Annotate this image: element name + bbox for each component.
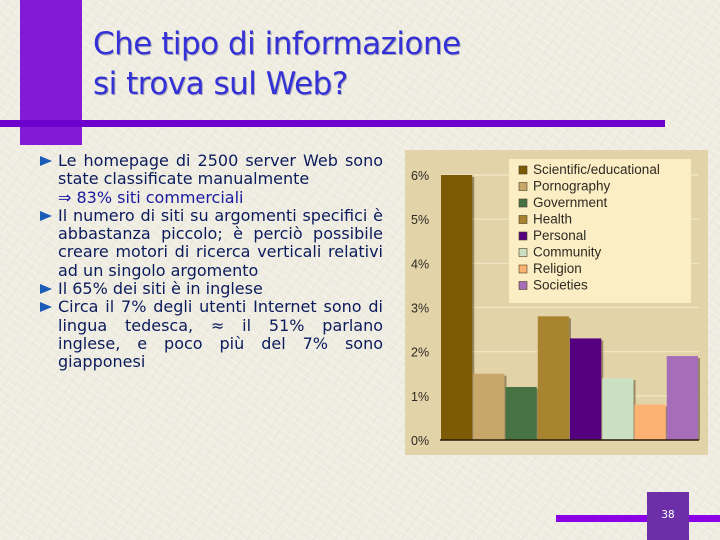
bar-government: [505, 387, 537, 440]
bar-scientific-educational: [441, 175, 473, 440]
legend-swatch: [518, 165, 528, 175]
bar-societies: [666, 356, 698, 440]
bullet-item: Il 65% dei siti è in inglese: [40, 279, 383, 299]
legend-swatch: [518, 264, 528, 274]
bar-pornography: [473, 373, 505, 440]
legend-label: Government: [533, 195, 608, 210]
bullet-text: Le homepage di 2500 server Web sono stat…: [58, 151, 383, 189]
bullet-text: Il numero di siti su argomenti specifici…: [58, 205, 383, 280]
y-tick-label: 5%: [411, 213, 429, 227]
legend-swatch: [518, 198, 528, 208]
title-line-2: si trova sul Web?: [93, 66, 348, 102]
slide-title: Che tipo di informazione si trova sul We…: [93, 24, 461, 104]
arrow-bullet-icon: [40, 210, 52, 221]
slide-number: 38: [661, 508, 675, 521]
bar-chart: 0% 1% 2% 3% 4% 5% 6% Scientific/educational Porn…: [411, 159, 700, 448]
legend-label: Pornography: [533, 179, 611, 194]
bar-personal: [570, 338, 602, 440]
arrow-bullet-icon: [40, 302, 52, 313]
legend-label: Scientific/educational: [533, 162, 660, 177]
y-tick-label: 2%: [411, 346, 429, 360]
y-tick-label: 4%: [411, 257, 429, 271]
bullet-text: Il 65% dei siti è in inglese: [58, 279, 263, 299]
bar-religion: [634, 404, 666, 440]
y-tick-label: 3%: [411, 302, 429, 316]
legend-label: Health: [533, 212, 572, 227]
legend-label: Community: [533, 245, 602, 260]
arrow-bullet-icon: [40, 156, 52, 166]
legend-swatch: [518, 248, 528, 257]
title-underline: [0, 120, 665, 127]
legend-swatch: [518, 231, 528, 241]
legend-label: Personal: [533, 228, 586, 243]
y-tick-label: 6%: [411, 169, 429, 183]
legend-label: Societies: [533, 278, 588, 293]
bullet-subtext: ⇒ 83% siti commerciali: [58, 187, 244, 207]
y-tick-label: 1%: [411, 390, 429, 404]
bullet-item: Il numero di siti su argomenti specifici…: [40, 205, 383, 280]
legend-swatch: [518, 281, 528, 290]
bullet-item: Circa il 7% degli utenti Internet sono d…: [40, 298, 383, 371]
legend-swatch: [518, 182, 528, 191]
bar-community: [602, 378, 634, 440]
y-tick-label: 0%: [411, 434, 429, 448]
legend-swatch: [518, 215, 528, 224]
footer-rule-left: [556, 515, 647, 522]
title-line-1: Che tipo di informazione: [93, 26, 461, 62]
bullet-list: Le homepage di 2500 server Web sono stat…: [40, 151, 383, 372]
bullet-item: Le homepage di 2500 server Web sono stat…: [40, 151, 383, 207]
bar-health: [537, 316, 569, 440]
bullet-text: Circa il 7% degli utenti Internet sono d…: [58, 297, 383, 372]
arrow-bullet-icon: [40, 284, 52, 295]
footer-rule-right: [689, 515, 720, 522]
legend-label: Religion: [533, 261, 582, 276]
